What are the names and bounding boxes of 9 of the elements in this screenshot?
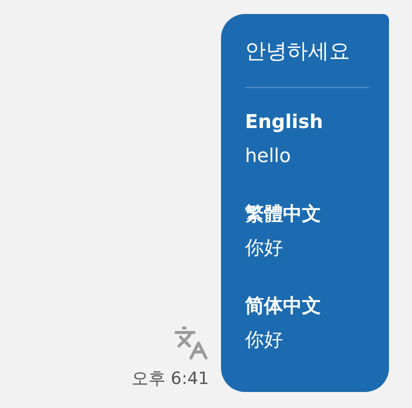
language-label: English bbox=[245, 110, 324, 135]
message-time: 오후 6:41 bbox=[131, 368, 209, 390]
translated-text: 你好 bbox=[245, 328, 284, 353]
language-label: 简体中文 bbox=[245, 294, 322, 319]
translated-text: hello bbox=[245, 144, 292, 169]
translated-text: 你好 bbox=[245, 236, 284, 261]
original-text: 안녕하세요 bbox=[245, 38, 351, 65]
translate-icon[interactable] bbox=[173, 325, 209, 361]
language-label: 繁體中文 bbox=[245, 202, 322, 227]
